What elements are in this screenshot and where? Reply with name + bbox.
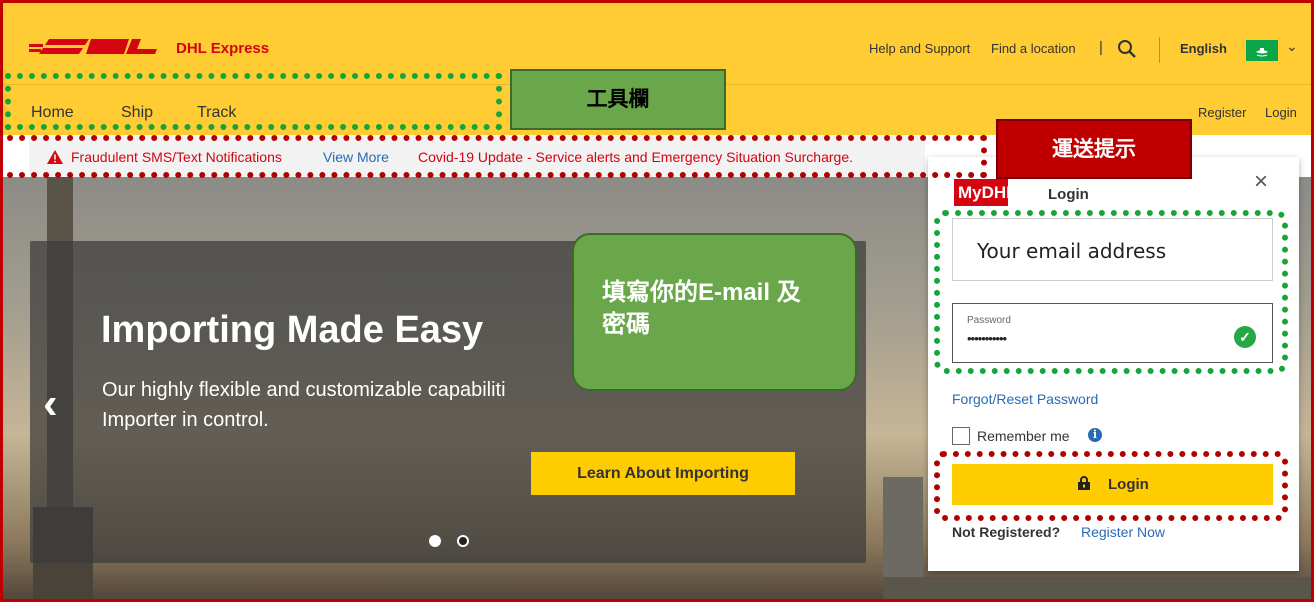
macau-flag-icon[interactable] xyxy=(1246,40,1278,61)
email-password-callout: 填寫你的E-mail 及 密碼 xyxy=(572,233,857,391)
screenshot-frame: DHL Express Help and Support Find a loca… xyxy=(0,0,1314,602)
find-location-link[interactable]: Find a location xyxy=(991,41,1076,56)
check-icon: ✓ xyxy=(1234,326,1256,348)
login-button-label[interactable]: Login xyxy=(1108,476,1149,493)
carousel-dot[interactable] xyxy=(457,535,469,547)
callout-line1: 填寫你的E-mail 及 xyxy=(602,279,801,306)
search-icon[interactable] xyxy=(1117,39,1137,59)
nav-ship[interactable]: Ship xyxy=(121,104,153,122)
forgot-password-link[interactable]: Forgot/Reset Password xyxy=(952,391,1098,407)
chevron-down-icon[interactable]: ⌄ xyxy=(1286,38,1298,55)
view-more-link[interactable]: View More xyxy=(323,149,389,165)
covid-notice[interactable]: Covid-19 Update - Service alerts and Eme… xyxy=(418,149,853,165)
divider xyxy=(1159,37,1160,63)
register-now-link[interactable]: Register Now xyxy=(1081,524,1165,540)
lock-icon xyxy=(1078,476,1090,490)
nav-track[interactable]: Track xyxy=(197,104,236,122)
warning-icon xyxy=(47,150,63,164)
not-registered-text: Not Registered? xyxy=(952,524,1061,540)
carousel-dot-active[interactable] xyxy=(429,535,441,547)
nav-register[interactable]: Register xyxy=(1198,105,1246,120)
learn-importing-button[interactable]: Learn About Importing xyxy=(531,452,795,495)
divider: | xyxy=(1099,39,1103,56)
close-icon[interactable]: × xyxy=(1254,168,1268,196)
shipping-tips-annotation-label: 運送提示 xyxy=(996,119,1192,179)
password-label: Password xyxy=(967,315,1011,326)
brand-name: DHL Express xyxy=(176,40,270,57)
mydhl-logo: MyDHL xyxy=(954,179,1017,206)
login-title: Login xyxy=(1048,186,1089,203)
remember-me-label[interactable]: Remember me xyxy=(977,428,1070,444)
fraud-notice[interactable]: Fraudulent SMS/Text Notifications xyxy=(71,149,282,165)
callout-line2: 密碼 xyxy=(602,311,650,338)
language-selector[interactable]: English xyxy=(1180,41,1227,56)
remember-me-checkbox[interactable] xyxy=(952,427,970,445)
help-support-link[interactable]: Help and Support xyxy=(869,41,970,56)
building xyxy=(883,577,1311,599)
email-field[interactable]: Your email address xyxy=(952,218,1273,281)
hero-title: Importing Made Easy xyxy=(101,309,484,351)
dhl-logo[interactable] xyxy=(29,37,159,59)
toolbar-annotation-label: 工具欄 xyxy=(510,69,726,130)
nav-home[interactable]: Home xyxy=(31,104,74,122)
nav-login[interactable]: Login xyxy=(1265,105,1297,120)
hero-description-line2: Importer in control. xyxy=(102,409,269,431)
carousel-prev-icon[interactable]: ‹ xyxy=(43,379,58,429)
password-value[interactable]: ••••••••••• xyxy=(967,331,1007,346)
info-icon[interactable]: i xyxy=(1088,428,1102,442)
